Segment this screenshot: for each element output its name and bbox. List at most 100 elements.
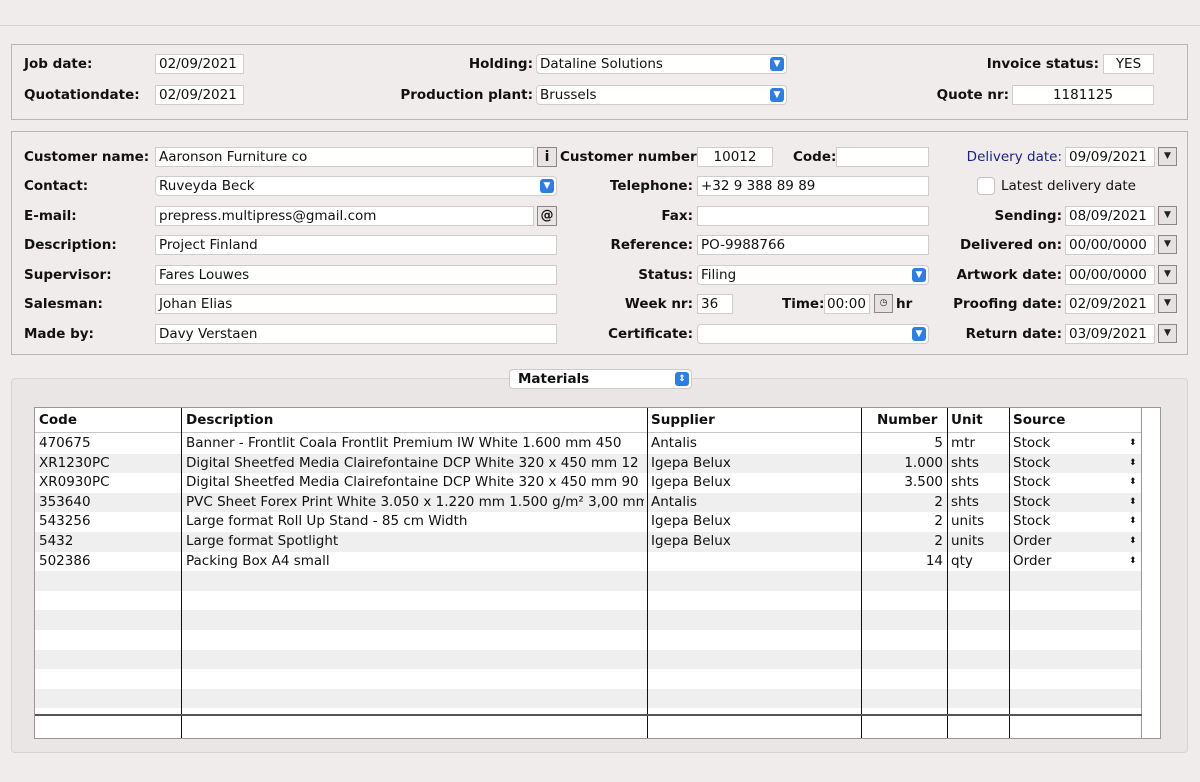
source-stepper-icon[interactable]: ⬍ xyxy=(1129,512,1137,531)
column-divider xyxy=(647,408,648,738)
calendar-dropdown-icon[interactable]: ▼ xyxy=(1158,265,1177,284)
production-plant-select[interactable]: Brussels ▼ xyxy=(536,85,787,105)
clock-icon[interactable]: ◷ xyxy=(874,294,893,313)
email-field[interactable]: prepress.multipress@gmail.com xyxy=(155,206,534,226)
reference-field[interactable]: PO-9988766 xyxy=(697,235,929,255)
time-field[interactable]: 00:00 xyxy=(824,294,870,314)
table-row[interactable]: XR1230PC Digital Sheetfed Media Clairefon… xyxy=(35,454,1142,474)
calendar-dropdown-icon[interactable]: ▼ xyxy=(1158,235,1177,254)
week-nr-label: Week nr: xyxy=(624,296,693,312)
cell-source: Stock xyxy=(1013,513,1051,530)
time-label: Time: xyxy=(782,296,825,312)
cell-number: 2 xyxy=(934,533,943,549)
invoice-status-field[interactable]: YES xyxy=(1103,54,1154,74)
code-field[interactable] xyxy=(836,147,929,167)
table-row[interactable]: 543256 Large format Roll Up Stand - 85 cm… xyxy=(35,512,1142,532)
info-icon[interactable]: i xyxy=(537,147,557,167)
column-header-unit[interactable]: Unit xyxy=(951,412,983,428)
cell-description: Packing Box A4 small xyxy=(186,552,330,569)
chevron-down-icon: ▼ xyxy=(540,179,554,193)
delivered-on-field[interactable]: 00/00/0000 xyxy=(1065,235,1155,255)
cell-unit: units xyxy=(951,513,985,530)
fax-label: Fax: xyxy=(661,208,693,224)
telephone-field[interactable]: +32 9 388 89 89 xyxy=(697,176,929,196)
column-divider xyxy=(861,408,862,738)
return-date-label: Return date: xyxy=(965,326,1062,342)
source-stepper-icon[interactable]: ⬍ xyxy=(1129,473,1137,492)
table-row[interactable]: 470675 Banner - Frontlit Coala Frontlit P… xyxy=(35,434,1142,454)
chevron-down-icon: ▼ xyxy=(912,268,926,282)
column-header-code[interactable]: Code xyxy=(39,412,77,428)
cell-number: 5 xyxy=(934,435,943,451)
fax-field[interactable] xyxy=(697,206,929,226)
quote-nr-field[interactable]: 1181125 xyxy=(1012,85,1154,105)
cell-unit: shts xyxy=(951,454,979,471)
source-stepper-icon[interactable]: ⬍ xyxy=(1129,434,1137,453)
source-stepper-icon[interactable]: ⬍ xyxy=(1129,532,1137,551)
materials-select[interactable]: Materials ⇕ xyxy=(509,369,692,389)
column-header-description[interactable]: Description xyxy=(186,412,273,428)
production-plant-label: Production plant: xyxy=(400,87,533,103)
cell-description: PVC Sheet Forex Print White 3.050 x 1.22… xyxy=(186,493,644,510)
certificate-label: Certificate: xyxy=(608,326,693,342)
calendar-dropdown-icon[interactable]: ▼ xyxy=(1158,206,1177,225)
holding-select[interactable]: Dataline Solutions ▼ xyxy=(536,54,787,74)
cell-code: 502386 xyxy=(39,552,91,569)
code-label: Code: xyxy=(793,149,837,165)
proofing-date-field[interactable]: 02/09/2021 xyxy=(1065,294,1155,314)
salesman-field[interactable]: Johan Elias xyxy=(155,294,557,314)
calendar-dropdown-icon[interactable]: ▼ xyxy=(1158,294,1177,313)
customer-number-field[interactable]: 10012 xyxy=(697,147,773,167)
table-row[interactable]: 5432 Large format Spotlight Igepa Belux 2 un… xyxy=(35,532,1142,552)
calendar-dropdown-icon[interactable]: ▼ xyxy=(1158,147,1177,166)
artwork-date-field[interactable]: 00/00/0000 xyxy=(1065,265,1155,285)
top-divider xyxy=(0,25,1200,26)
column-divider xyxy=(181,408,182,738)
description-field[interactable]: Project Finland xyxy=(155,235,557,255)
made-by-field[interactable]: Davy Verstaen xyxy=(155,324,557,344)
cell-unit: shts xyxy=(951,493,979,510)
sending-date-field[interactable]: 08/09/2021 xyxy=(1065,206,1155,226)
calendar-dropdown-icon[interactable]: ▼ xyxy=(1158,324,1177,343)
certificate-select[interactable]: ▼ xyxy=(697,324,929,344)
supervisor-field[interactable]: Fares Louwes xyxy=(155,265,557,285)
return-date-field[interactable]: 03/09/2021 xyxy=(1065,324,1155,344)
contact-label: Contact: xyxy=(24,178,89,194)
row-stripe xyxy=(35,688,1142,709)
table-row[interactable]: 353640 PVC Sheet Forex Print White 3.050 … xyxy=(35,493,1142,513)
chevron-down-icon: ▼ xyxy=(912,327,926,341)
artwork-date-label: Artwork date: xyxy=(956,267,1062,283)
cell-supplier: Igepa Belux xyxy=(651,533,731,549)
row-stripe xyxy=(35,649,1142,670)
latest-delivery-checkbox[interactable] xyxy=(977,177,995,195)
cell-unit: qty xyxy=(951,552,973,569)
column-header-supplier[interactable]: Supplier xyxy=(651,412,715,428)
customer-name-field[interactable]: Aaronson Furniture co xyxy=(155,147,534,167)
cell-unit: mtr xyxy=(951,435,975,451)
table-row[interactable]: XR0930PC Digital Sheetfed Media Clairefon… xyxy=(35,473,1142,493)
cell-supplier: Igepa Belux xyxy=(651,474,731,491)
mail-at-icon[interactable]: @ xyxy=(537,206,557,226)
table-footer-divider xyxy=(35,714,1142,716)
supervisor-label: Supervisor: xyxy=(24,267,112,283)
quote-nr-label: Quote nr: xyxy=(936,87,1009,103)
source-stepper-icon[interactable]: ⬍ xyxy=(1129,454,1137,473)
job-date-field[interactable]: 02/09/2021 xyxy=(155,54,244,74)
cell-code: XR1230PC xyxy=(39,454,110,471)
cell-description: Digital Sheetfed Media Clairefontaine DC… xyxy=(186,474,639,491)
salesman-label: Salesman: xyxy=(24,296,103,312)
week-nr-field[interactable]: 36 xyxy=(697,294,733,314)
source-stepper-icon[interactable]: ⬍ xyxy=(1129,552,1137,571)
column-header-source[interactable]: Source xyxy=(1013,412,1065,428)
delivery-date-field[interactable]: 09/09/2021 xyxy=(1065,147,1155,167)
source-stepper-icon[interactable]: ⬍ xyxy=(1129,493,1137,512)
table-row[interactable]: 502386 Packing Box A4 small 14 qty Order ⬍ xyxy=(35,552,1142,572)
column-header-number[interactable]: Number xyxy=(877,412,937,428)
cell-unit: units xyxy=(951,533,985,549)
cell-code: 470675 xyxy=(39,435,91,451)
contact-select[interactable]: Ruveyda Beck ▼ xyxy=(155,176,557,196)
made-by-label: Made by: xyxy=(24,326,94,342)
status-select[interactable]: Filing ▼ xyxy=(697,265,929,285)
quotation-date-field[interactable]: 02/09/2021 xyxy=(155,85,244,105)
cell-number: 14 xyxy=(925,552,943,569)
